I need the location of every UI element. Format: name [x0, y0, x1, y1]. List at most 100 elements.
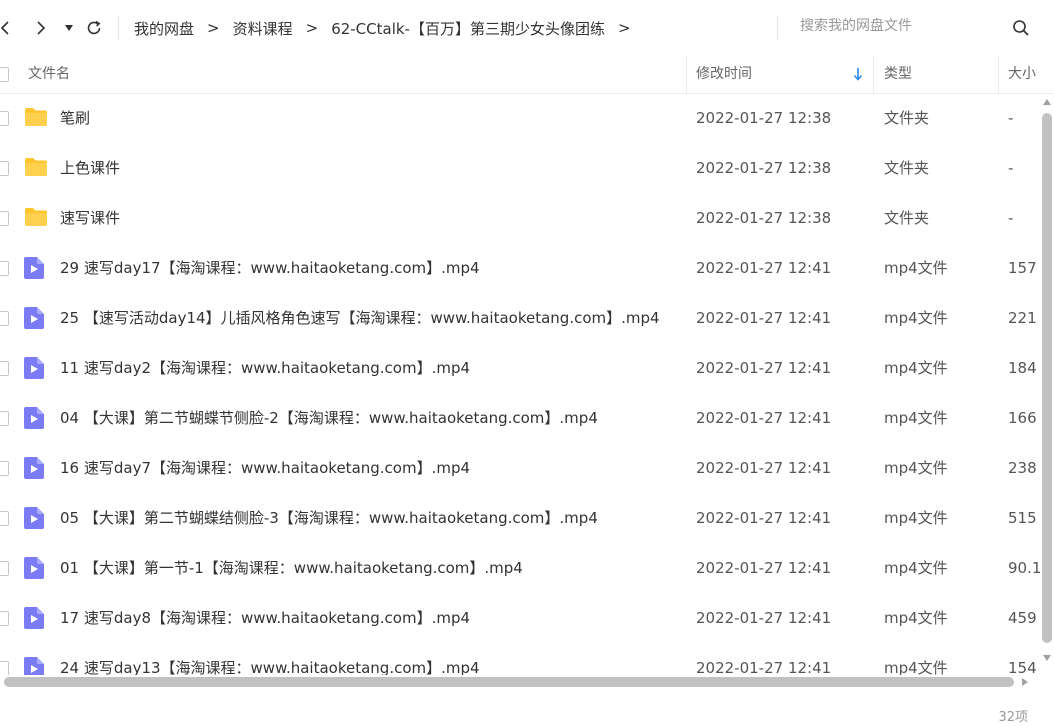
file-type: 文件夹	[884, 109, 930, 127]
chevron-right-icon	[37, 21, 46, 35]
file-row[interactable]: 25 【速写活动day14】儿插风格角色速写【海淘课程：www.haitaoke…	[0, 293, 1040, 343]
row-checkbox[interactable]	[0, 511, 9, 526]
file-size: 515	[1008, 509, 1037, 527]
video-file-icon	[24, 607, 44, 633]
column-header-type[interactable]: 类型	[884, 56, 912, 93]
vertical-scrollbar[interactable]	[1040, 93, 1054, 675]
forward-button[interactable]	[26, 13, 54, 43]
file-row[interactable]: 05 【大课】第二节蝴蝶结侧脸-3【海淘课程：www.haitaoketang.…	[0, 493, 1040, 543]
file-name[interactable]: 17 速写day8【海淘课程：www.haitaoketang.com】.mp4	[60, 593, 470, 643]
row-checkbox[interactable]	[0, 311, 9, 326]
video-file-icon	[24, 457, 44, 483]
file-name[interactable]: 24 速写day13【海淘课程：www.haitaoketang.com】.mp…	[60, 643, 480, 675]
file-size: 221	[1008, 309, 1037, 327]
file-name[interactable]: 速写课件	[60, 193, 120, 243]
file-modified: 2022-01-27 12:41	[696, 659, 832, 675]
sort-descending-icon[interactable]	[853, 67, 863, 85]
file-name[interactable]: 11 速写day2【海淘课程：www.haitaoketang.com】.mp4	[60, 343, 470, 393]
row-checkbox[interactable]	[0, 561, 9, 576]
history-dropdown-button[interactable]	[55, 13, 83, 43]
video-file-icon	[24, 407, 44, 433]
file-name[interactable]: 笔刷	[60, 93, 90, 143]
status-bar: 32项	[0, 690, 1054, 727]
breadcrumb-separator[interactable]: >	[618, 19, 631, 37]
file-row[interactable]: 29 速写day17【海淘课程：www.haitaoketang.com】.mp…	[0, 243, 1040, 293]
caret-down-icon	[65, 25, 73, 31]
breadcrumb-item-current-folder[interactable]: 62-CCtalk-【百万】第三期少女头像团练	[331, 18, 605, 39]
file-row[interactable]: 11 速写day2【海淘课程：www.haitaoketang.com】.mp4…	[0, 343, 1040, 393]
column-divider[interactable]	[998, 56, 999, 93]
back-button[interactable]	[0, 13, 20, 43]
search-icon	[1013, 20, 1029, 36]
video-file-icon	[24, 307, 44, 333]
scroll-right-arrow[interactable]	[1022, 678, 1028, 686]
row-checkbox[interactable]	[0, 111, 9, 126]
file-modified: 2022-01-27 12:41	[696, 359, 832, 377]
file-type: mp4文件	[884, 509, 948, 527]
breadcrumb-item-my-drive[interactable]: 我的网盘	[134, 18, 194, 39]
column-divider[interactable]	[686, 56, 687, 93]
breadcrumb-separator: >	[305, 19, 319, 37]
file-row[interactable]: 17 速写day8【海淘课程：www.haitaoketang.com】.mp4…	[0, 593, 1040, 643]
file-row[interactable]: 04 【大课】第二节蝴蝶节侧脸-2【海淘课程：www.haitaoketang.…	[0, 393, 1040, 443]
file-modified: 2022-01-27 12:41	[696, 309, 832, 327]
column-divider[interactable]	[873, 56, 874, 93]
file-modified: 2022-01-27 12:41	[696, 459, 832, 477]
file-size: -	[1008, 159, 1014, 177]
video-file-icon	[24, 557, 44, 583]
row-checkbox[interactable]	[0, 461, 9, 476]
file-name[interactable]: 04 【大课】第二节蝴蝶节侧脸-2【海淘课程：www.haitaoketang.…	[60, 393, 598, 443]
row-checkbox[interactable]	[0, 611, 9, 626]
file-row[interactable]: 速写课件 2022-01-27 12:38 文件夹 -	[0, 193, 1040, 243]
file-name[interactable]: 29 速写day17【海淘课程：www.haitaoketang.com】.mp…	[60, 243, 480, 293]
row-checkbox[interactable]	[0, 661, 9, 675]
search-button[interactable]	[1007, 13, 1035, 43]
file-type: mp4文件	[884, 259, 948, 277]
select-all-checkbox[interactable]	[0, 67, 9, 82]
file-name[interactable]: 16 速写day7【海淘课程：www.haitaoketang.com】.mp4	[60, 443, 470, 493]
file-name[interactable]: 上色课件	[60, 143, 120, 193]
breadcrumb-item-courses[interactable]: 资料课程	[233, 18, 293, 39]
scroll-down-arrow[interactable]	[1043, 655, 1051, 661]
scroll-up-arrow[interactable]	[1043, 99, 1051, 105]
search-divider	[777, 16, 778, 40]
row-checkbox[interactable]	[0, 261, 9, 276]
horizontal-scrollbar-thumb[interactable]	[4, 677, 1014, 687]
file-name[interactable]: 05 【大课】第二节蝴蝶结侧脸-3【海淘课程：www.haitaoketang.…	[60, 493, 598, 543]
row-checkbox[interactable]	[0, 361, 9, 376]
file-name[interactable]: 25 【速写活动day14】儿插风格角色速写【海淘课程：www.haitaoke…	[60, 293, 660, 343]
file-type: mp4文件	[884, 609, 948, 627]
folder-icon	[24, 107, 48, 131]
file-row[interactable]: 24 速写day13【海淘课程：www.haitaoketang.com】.mp…	[0, 643, 1040, 675]
file-row[interactable]: 01 【大课】第一节-1【海淘课程：www.haitaoketang.com】.…	[0, 543, 1040, 593]
video-file-icon	[24, 657, 44, 675]
column-header-size[interactable]: 大小	[1008, 56, 1036, 93]
file-modified: 2022-01-27 12:41	[696, 409, 832, 427]
file-size: 166	[1008, 409, 1037, 427]
file-name[interactable]: 01 【大课】第一节-1【海淘课程：www.haitaoketang.com】.…	[60, 543, 523, 593]
file-list-header: 文件名 修改时间 类型 大小	[0, 56, 1054, 94]
file-type: mp4文件	[884, 559, 948, 577]
refresh-button[interactable]	[80, 13, 108, 43]
file-size: 184	[1008, 359, 1037, 377]
file-row[interactable]: 上色课件 2022-01-27 12:38 文件夹 -	[0, 143, 1040, 193]
horizontal-scrollbar[interactable]	[0, 675, 1040, 689]
file-row[interactable]: 笔刷 2022-01-27 12:38 文件夹 -	[0, 93, 1040, 143]
file-row[interactable]: 16 速写day7【海淘课程：www.haitaoketang.com】.mp4…	[0, 443, 1040, 493]
row-checkbox[interactable]	[0, 161, 9, 176]
row-checkbox[interactable]	[0, 411, 9, 426]
file-type: mp4文件	[884, 359, 948, 377]
row-checkbox[interactable]	[0, 211, 9, 226]
file-size: 238	[1008, 459, 1037, 477]
file-size: 459	[1008, 609, 1037, 627]
column-header-name[interactable]: 文件名	[28, 56, 70, 93]
file-modified: 2022-01-27 12:38	[696, 159, 832, 177]
column-header-modified[interactable]: 修改时间	[696, 56, 752, 93]
breadcrumb-separator: >	[207, 19, 220, 37]
search-input[interactable]	[800, 18, 1000, 34]
file-size: 154	[1008, 659, 1037, 675]
file-size: 90.1	[1008, 559, 1040, 577]
file-size: 157	[1008, 259, 1037, 277]
vertical-scrollbar-thumb[interactable]	[1042, 113, 1052, 643]
file-modified: 2022-01-27 12:41	[696, 559, 832, 577]
